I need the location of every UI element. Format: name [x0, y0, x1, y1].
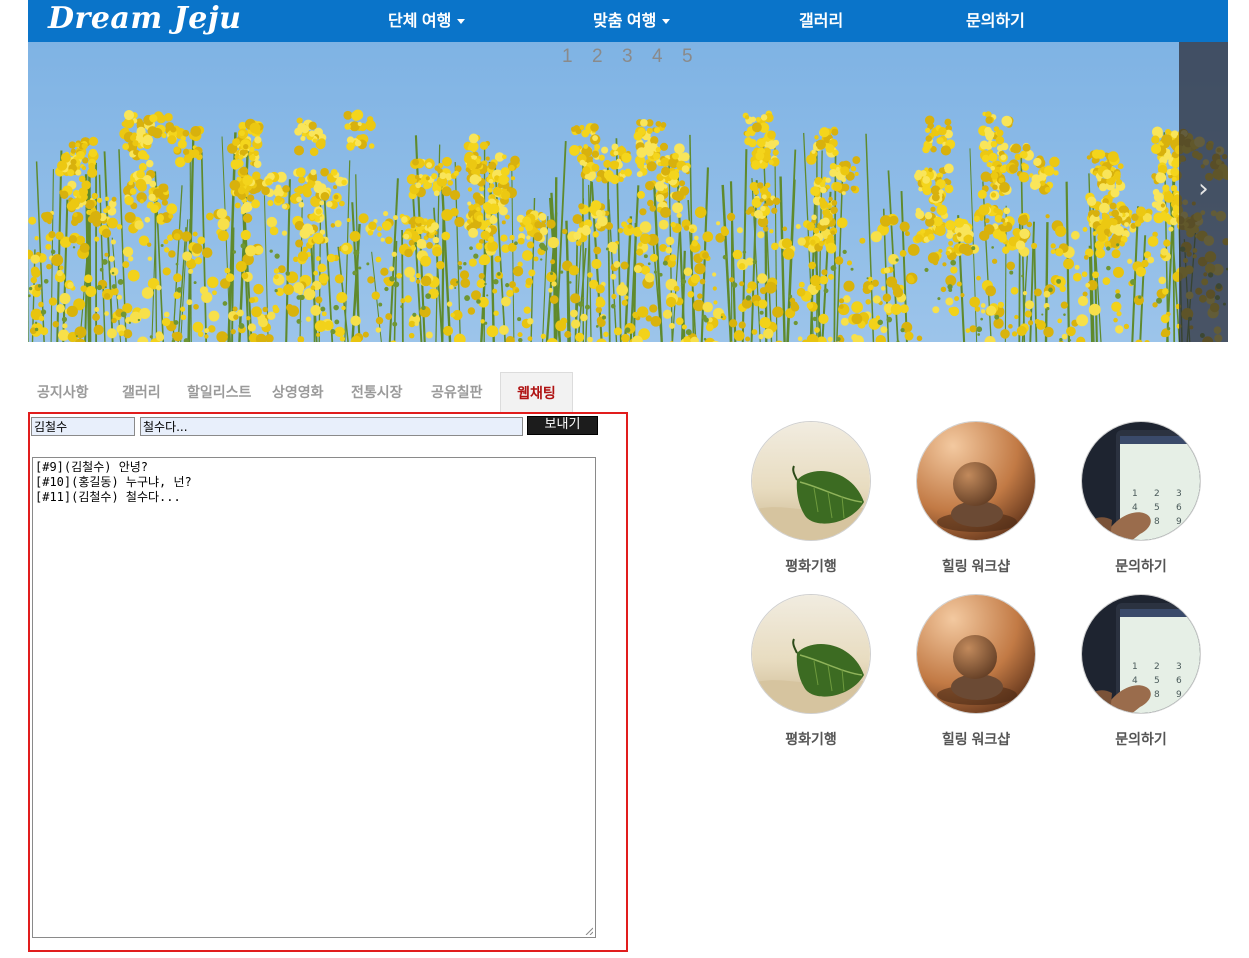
carousel-next-button[interactable]: › [1179, 42, 1228, 342]
card-label: 힐링 워크샵 [941, 558, 1011, 574]
leaf-on-sand-image[interactable] [751, 421, 871, 541]
caret-down-icon [662, 19, 671, 25]
card-label: 문의하기 [1115, 731, 1167, 747]
svg-text:6: 6 [1176, 503, 1182, 513]
chat-message-input[interactable] [140, 417, 523, 436]
caret-down-icon [457, 19, 466, 25]
tab-gallery[interactable]: 갤러리 [122, 372, 161, 412]
leaf-on-sand-image[interactable] [751, 594, 871, 714]
svg-text:9: 9 [1176, 517, 1182, 527]
card-peace-tour[interactable]: 평화기행 [731, 421, 891, 576]
send-button[interactable]: 보내기 [527, 416, 598, 435]
svg-text:2: 2 [1154, 662, 1160, 672]
tab-todo[interactable]: 할일리스트 [187, 372, 251, 412]
top-navbar: Dream Jeju 단체 여행 맞춤 여행 갤러리 문의하기 [28, 0, 1228, 42]
svg-text:1: 1 [1132, 662, 1138, 672]
chevron-right-icon: › [1198, 174, 1209, 204]
chat-name-input[interactable] [31, 417, 135, 436]
svg-text:6: 6 [1176, 676, 1182, 686]
card-peace-tour[interactable]: 평화기행 [731, 594, 891, 749]
nav-custom-tour-label: 맞춤 여행 [593, 13, 657, 30]
nav-group-tour[interactable]: 단체 여행 [388, 0, 466, 42]
svg-text:9: 9 [1176, 690, 1182, 700]
phone-keypad-image[interactable]: 123 456 789 [1081, 594, 1201, 714]
card-contact[interactable]: 123 456 789 문의하기 [1061, 594, 1221, 749]
svg-text:2: 2 [1154, 489, 1160, 499]
svg-text:4: 4 [1132, 676, 1138, 686]
chat-log-line: [#10](홍길동) 누구냐, 넌? [35, 475, 192, 489]
tab-webchat[interactable]: 웹채팅 [500, 372, 573, 412]
card-healing-workshop[interactable]: 힐링 워크샵 [896, 421, 1056, 576]
tab-market[interactable]: 전통시장 [351, 372, 403, 412]
nav-contact[interactable]: 문의하기 [966, 0, 1025, 42]
svg-text:4: 4 [1132, 503, 1138, 513]
svg-text:1: 1 [1132, 489, 1138, 499]
hero-carousel [28, 42, 1228, 342]
carousel-page-1[interactable]: 1 [562, 46, 592, 68]
card-healing-workshop[interactable]: 힐링 워크샵 [896, 594, 1056, 749]
carousel-pager: 1 2 3 4 5 [562, 46, 712, 68]
tab-notice[interactable]: 공지사항 [37, 372, 89, 412]
carousel-page-4[interactable]: 4 [652, 46, 682, 68]
carousel-page-2[interactable]: 2 [592, 46, 622, 68]
webchat-panel: 보내기 [#9](김철수) 안녕? [#10](홍길동) 누구냐, 넌? [#1… [28, 412, 628, 952]
card-contact[interactable]: 123 456 789 문의하기 [1061, 421, 1221, 576]
chat-log-line: [#11](김철수) 철수다... [35, 490, 181, 504]
chat-log-line: [#9](김철수) 안녕? [35, 460, 148, 474]
canola-field-image [28, 42, 1228, 342]
svg-text:3: 3 [1176, 489, 1182, 499]
nav-group-tour-label: 단체 여행 [388, 13, 452, 30]
svg-text:5: 5 [1154, 676, 1160, 686]
carousel-page-5[interactable]: 5 [682, 46, 712, 68]
card-label: 힐링 워크샵 [941, 731, 1011, 747]
tab-whiteboard[interactable]: 공유칠판 [431, 372, 483, 412]
nav-gallery[interactable]: 갤러리 [799, 0, 843, 42]
chat-log-textarea[interactable]: [#9](김철수) 안녕? [#10](홍길동) 누구냐, 넌? [#11](김… [32, 457, 596, 938]
card-label: 문의하기 [1115, 558, 1167, 574]
stacked-stones-image[interactable] [916, 421, 1036, 541]
svg-text:3: 3 [1176, 662, 1182, 672]
stacked-stones-image[interactable] [916, 594, 1036, 714]
svg-text:8: 8 [1154, 517, 1160, 527]
nav-custom-tour[interactable]: 맞춤 여행 [593, 0, 671, 42]
brand-logo[interactable]: Dream Jeju [48, 0, 241, 42]
svg-text:5: 5 [1154, 503, 1160, 513]
card-label: 평화기행 [785, 731, 837, 747]
carousel-page-3[interactable]: 3 [622, 46, 652, 68]
tab-movies[interactable]: 상영영화 [272, 372, 324, 412]
phone-keypad-image[interactable]: 123 456 789 [1081, 421, 1201, 541]
resize-handle-icon[interactable] [585, 927, 593, 935]
card-label: 평화기행 [785, 558, 837, 574]
svg-text:8: 8 [1154, 690, 1160, 700]
